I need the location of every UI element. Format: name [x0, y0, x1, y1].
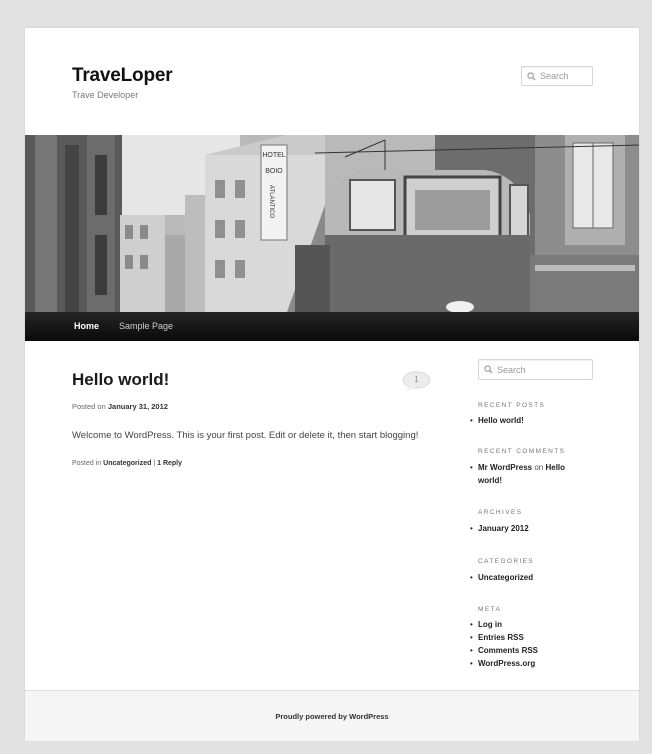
site-description: Trave Developer — [72, 90, 139, 100]
archive-link[interactable]: January 2012 — [478, 524, 529, 533]
recent-comments-title: RECENT COMMENTS — [478, 448, 566, 455]
meta-item[interactable]: • Comments RSS — [470, 644, 600, 657]
hotel-sign-line1: HOTEL — [262, 152, 285, 159]
recent-post-link[interactable]: Hello world! — [478, 416, 524, 425]
recent-post-item[interactable]: • Hello world! — [470, 414, 600, 427]
header-image[interactable]: HOTEL BOIO ATLANTICO — [25, 135, 639, 312]
header-search-placeholder: Search — [540, 71, 569, 81]
meta-entries-rss-link[interactable]: Entries RSS — [478, 633, 524, 642]
site-title[interactable]: TraveLoper — [72, 65, 173, 87]
category-link[interactable]: Uncategorized — [478, 573, 533, 582]
main-navigation: Home Sample Page — [25, 312, 639, 341]
post-content: Welcome to WordPress. This is your first… — [72, 430, 419, 441]
meta-wordpress-org-link[interactable]: WordPress.org — [478, 659, 535, 668]
site-footer: Proudly powered by WordPress — [25, 690, 639, 741]
meta-separator: | — [153, 460, 156, 467]
post-meta: Posted on January 31, 2012 — [72, 402, 168, 411]
search-icon — [527, 71, 536, 81]
posted-in-label: Posted in — [72, 460, 102, 467]
hotel-sign-line3: ATLANTICO — [268, 185, 274, 219]
meta-item[interactable]: • WordPress.org — [470, 657, 600, 670]
meta-item[interactable]: • Entries RSS — [470, 631, 600, 644]
search-icon — [484, 365, 493, 374]
comment-author-link[interactable]: Mr WordPress — [478, 463, 532, 472]
archive-item[interactable]: • January 2012 — [470, 522, 600, 535]
meta-item[interactable]: • Log in — [470, 618, 600, 631]
hotel-sign-line2: BOIO — [265, 168, 283, 175]
page-container: TraveLoper Trave Developer Search HOTEL … — [25, 28, 639, 741]
nav-home[interactable]: Home — [74, 321, 99, 331]
sidebar-search-placeholder: Search — [497, 364, 526, 375]
comment-post-link-line2[interactable]: world! — [478, 476, 502, 485]
header-search-input[interactable]: Search — [521, 66, 593, 86]
comment-on-label: on — [534, 463, 544, 472]
recent-posts-title: RECENT POSTS — [478, 402, 546, 409]
footer-credit-link[interactable]: Proudly powered by WordPress — [25, 712, 639, 721]
comment-count[interactable]: 1 — [402, 375, 431, 384]
nav-sample-page[interactable]: Sample Page — [119, 321, 173, 331]
recent-comment-item: • Mr WordPress on Hello world! — [470, 463, 566, 485]
post-date-link[interactable]: January 31, 2012 — [108, 402, 168, 411]
categories-title: CATEGORIES — [478, 558, 535, 565]
archives-title: ARCHIVES — [478, 509, 523, 516]
sidebar-search-input[interactable]: Search — [478, 359, 593, 380]
category-item[interactable]: • Uncategorized — [470, 571, 600, 584]
meta-login-link[interactable]: Log in — [478, 620, 502, 629]
post-title[interactable]: Hello world! — [72, 370, 169, 390]
meta-title: META — [478, 606, 502, 613]
reply-link[interactable]: 1 Reply — [157, 460, 182, 467]
meta-comments-rss-link[interactable]: Comments RSS — [478, 646, 538, 655]
post-footer: Posted in Uncategorized | 1 Reply — [72, 460, 182, 467]
comment-post-link-line1[interactable]: Hello — [545, 463, 565, 472]
post-category-link[interactable]: Uncategorized — [103, 460, 151, 467]
posted-on-label: Posted on — [72, 402, 106, 411]
